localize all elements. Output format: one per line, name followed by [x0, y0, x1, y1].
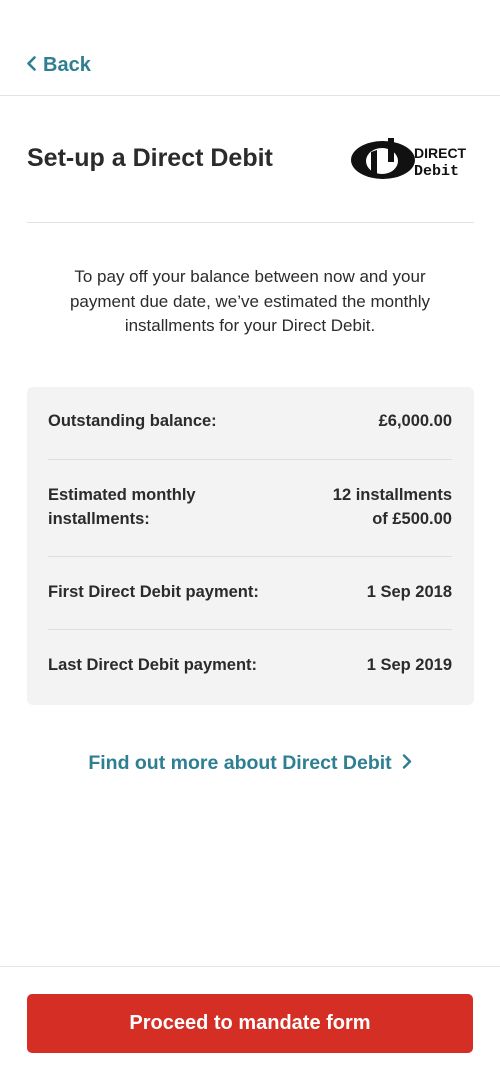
monthly-value: 12 installments of £500.00 [333, 483, 452, 531]
page-header: Set-up a Direct Debit DIRECT Debit [27, 130, 474, 190]
header-divider [27, 222, 474, 223]
monthly-value-line2: of £500.00 [372, 510, 452, 528]
back-button[interactable]: Back [26, 54, 91, 77]
monthly-label: Estimated monthly installments: [48, 483, 196, 531]
monthly-value-line1: 12 installments [332, 486, 452, 504]
top-navigation-bar: Back [0, 0, 500, 96]
row-divider [48, 629, 452, 630]
find-out-more-link[interactable]: Find out more about Direct Debit [0, 752, 500, 775]
monthly-label-line2: installments: [48, 510, 150, 528]
outstanding-value: £6,000.00 [378, 412, 452, 430]
first-payment-value: 1 Sep 2018 [366, 583, 452, 601]
svg-text:Debit: Debit [414, 163, 459, 180]
last-payment-label: Last Direct Debit payment: [48, 656, 258, 674]
outstanding-label: Outstanding balance: [48, 412, 217, 430]
last-payment-value: 1 Sep 2019 [366, 656, 452, 674]
direct-debit-logo: DIRECT Debit [350, 138, 474, 182]
back-label: Back [43, 54, 91, 76]
summary-row-first-payment: First Direct Debit payment: 1 Sep 2018 [48, 580, 452, 604]
proceed-to-mandate-button[interactable]: Proceed to mandate form [27, 994, 473, 1053]
svg-text:DIRECT: DIRECT [414, 145, 467, 161]
intro-text: To pay off your balance between now and … [69, 267, 431, 335]
chevron-left-icon [26, 54, 37, 77]
summary-card: Outstanding balance: £6,000.00 Estimated… [27, 387, 474, 705]
summary-row-monthly: Estimated monthly installments: 12 insta… [48, 483, 452, 531]
summary-row-outstanding: Outstanding balance: £6,000.00 [48, 409, 452, 433]
monthly-label-line1: Estimated monthly [48, 486, 196, 504]
row-divider [48, 459, 452, 460]
find-out-more-label: Find out more about Direct Debit [88, 752, 392, 774]
first-payment-label: First Direct Debit payment: [48, 583, 259, 601]
chevron-right-icon [402, 752, 412, 775]
page-title: Set-up a Direct Debit [27, 144, 273, 172]
summary-row-last-payment: Last Direct Debit payment: 1 Sep 2019 [48, 653, 452, 677]
row-divider [48, 556, 452, 557]
